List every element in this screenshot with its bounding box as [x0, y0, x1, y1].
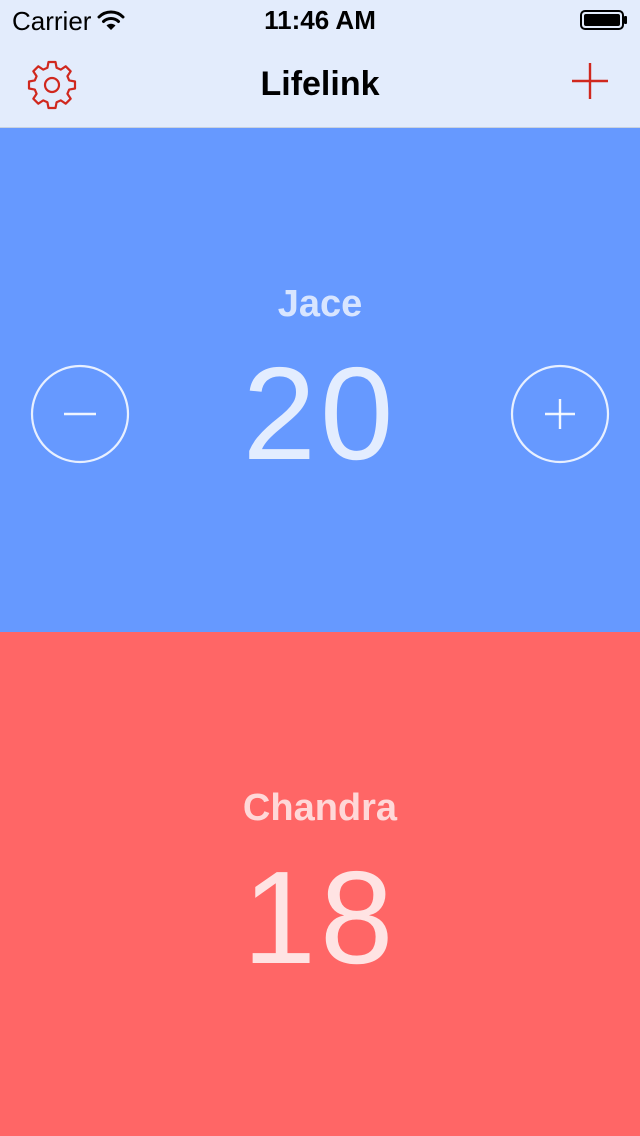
app-title: Lifelink — [260, 65, 380, 103]
add-player-button[interactable] — [566, 57, 614, 105]
decrement-life-button[interactable] — [30, 364, 130, 464]
status-bar: Carrier 11:46 AM — [0, 0, 640, 40]
life-total: 18 — [242, 844, 398, 991]
app-screen: Carrier 11:46 AM Lifelink Jace 20 Chandr… — [0, 0, 640, 1136]
plus-circle-icon — [510, 364, 610, 464]
player-name: Chandra — [242, 787, 398, 829]
minus-circle-icon — [30, 364, 130, 464]
increment-life-button[interactable] — [510, 364, 610, 464]
battery-icon — [580, 10, 627, 30]
navigation-bar: Lifelink — [0, 40, 640, 128]
status-time: 11:46 AM — [264, 5, 376, 35]
player-panel-jace[interactable]: Jace 20 — [0, 128, 640, 632]
top-bar: Carrier 11:46 AM Lifelink — [0, 0, 640, 128]
player-panel-chandra[interactable]: Chandra 18 — [0, 632, 640, 1136]
player-name: Jace — [277, 283, 363, 325]
plus-icon — [572, 63, 608, 99]
